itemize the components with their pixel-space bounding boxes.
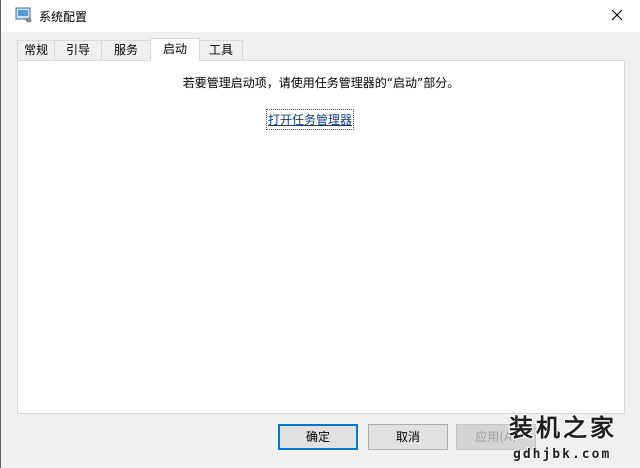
apply-button[interactable]: 应用(A) (456, 424, 536, 450)
system-configuration-window: 系统配置 常规 引导 服务 启动 工具 若要管理启动项，请使用任务管理器的“启动… (0, 0, 640, 468)
startup-message: 若要管理启动项，请使用任务管理器的“启动”部分。 (182, 76, 460, 90)
close-icon (611, 9, 623, 21)
title-bar: 系统配置 (1, 0, 640, 32)
tab-general[interactable]: 常规 (17, 40, 55, 60)
open-task-manager-link[interactable]: 打开任务管理器 (265, 109, 355, 130)
tab-startup[interactable]: 启动 (150, 38, 200, 61)
ok-button[interactable]: 确定 (278, 424, 358, 450)
startup-panel: 若要管理启动项，请使用任务管理器的“启动”部分。 打开任务管理器 (17, 60, 625, 414)
msconfig-icon (15, 7, 33, 23)
tab-tools[interactable]: 工具 (199, 40, 243, 60)
tab-services[interactable]: 服务 (101, 40, 151, 60)
cancel-button[interactable]: 取消 (368, 424, 448, 450)
tab-boot[interactable]: 引导 (54, 40, 102, 60)
window-title: 系统配置 (39, 10, 88, 24)
close-button[interactable] (594, 0, 640, 30)
